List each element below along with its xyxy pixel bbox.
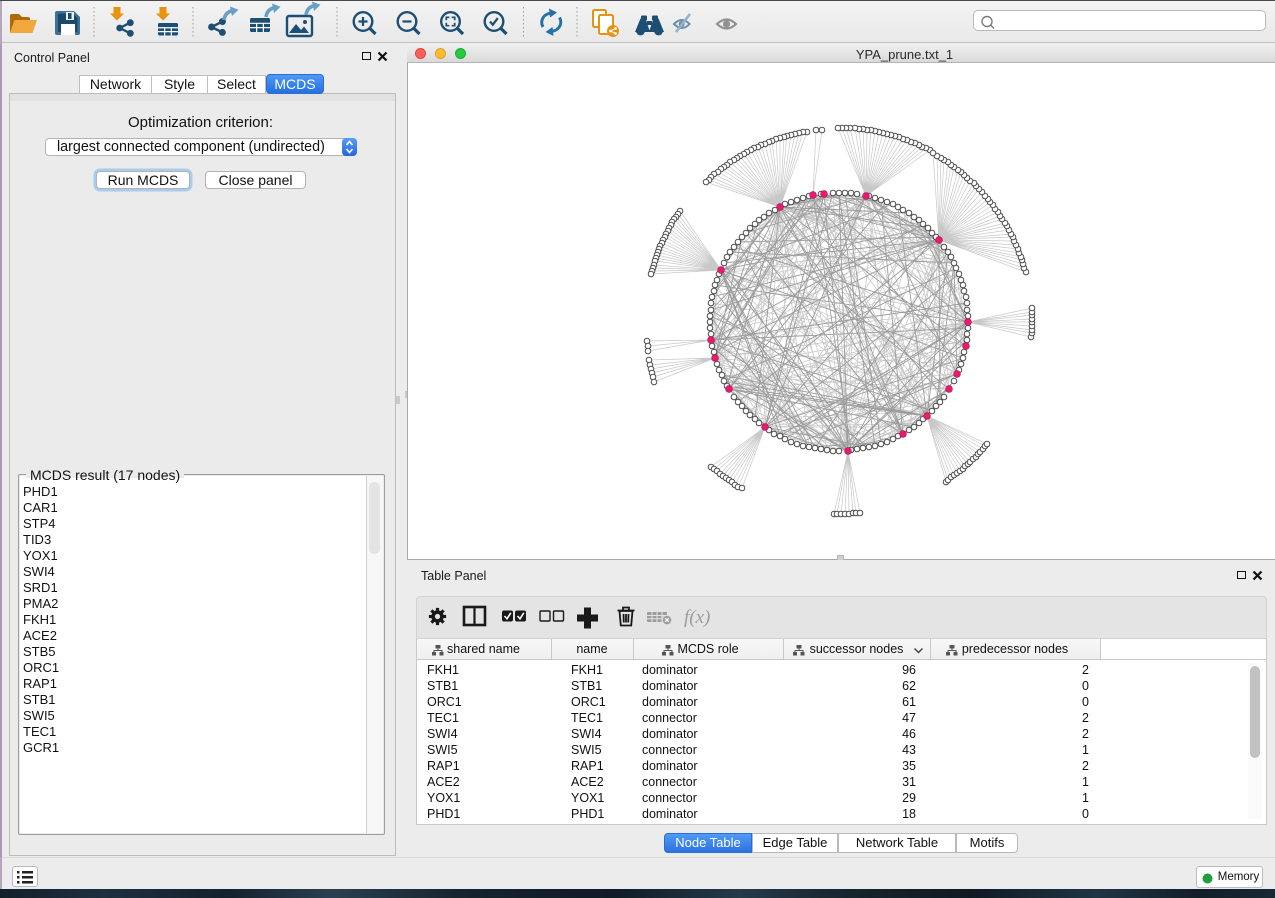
svg-text:f(x): f(x) <box>684 607 710 628</box>
